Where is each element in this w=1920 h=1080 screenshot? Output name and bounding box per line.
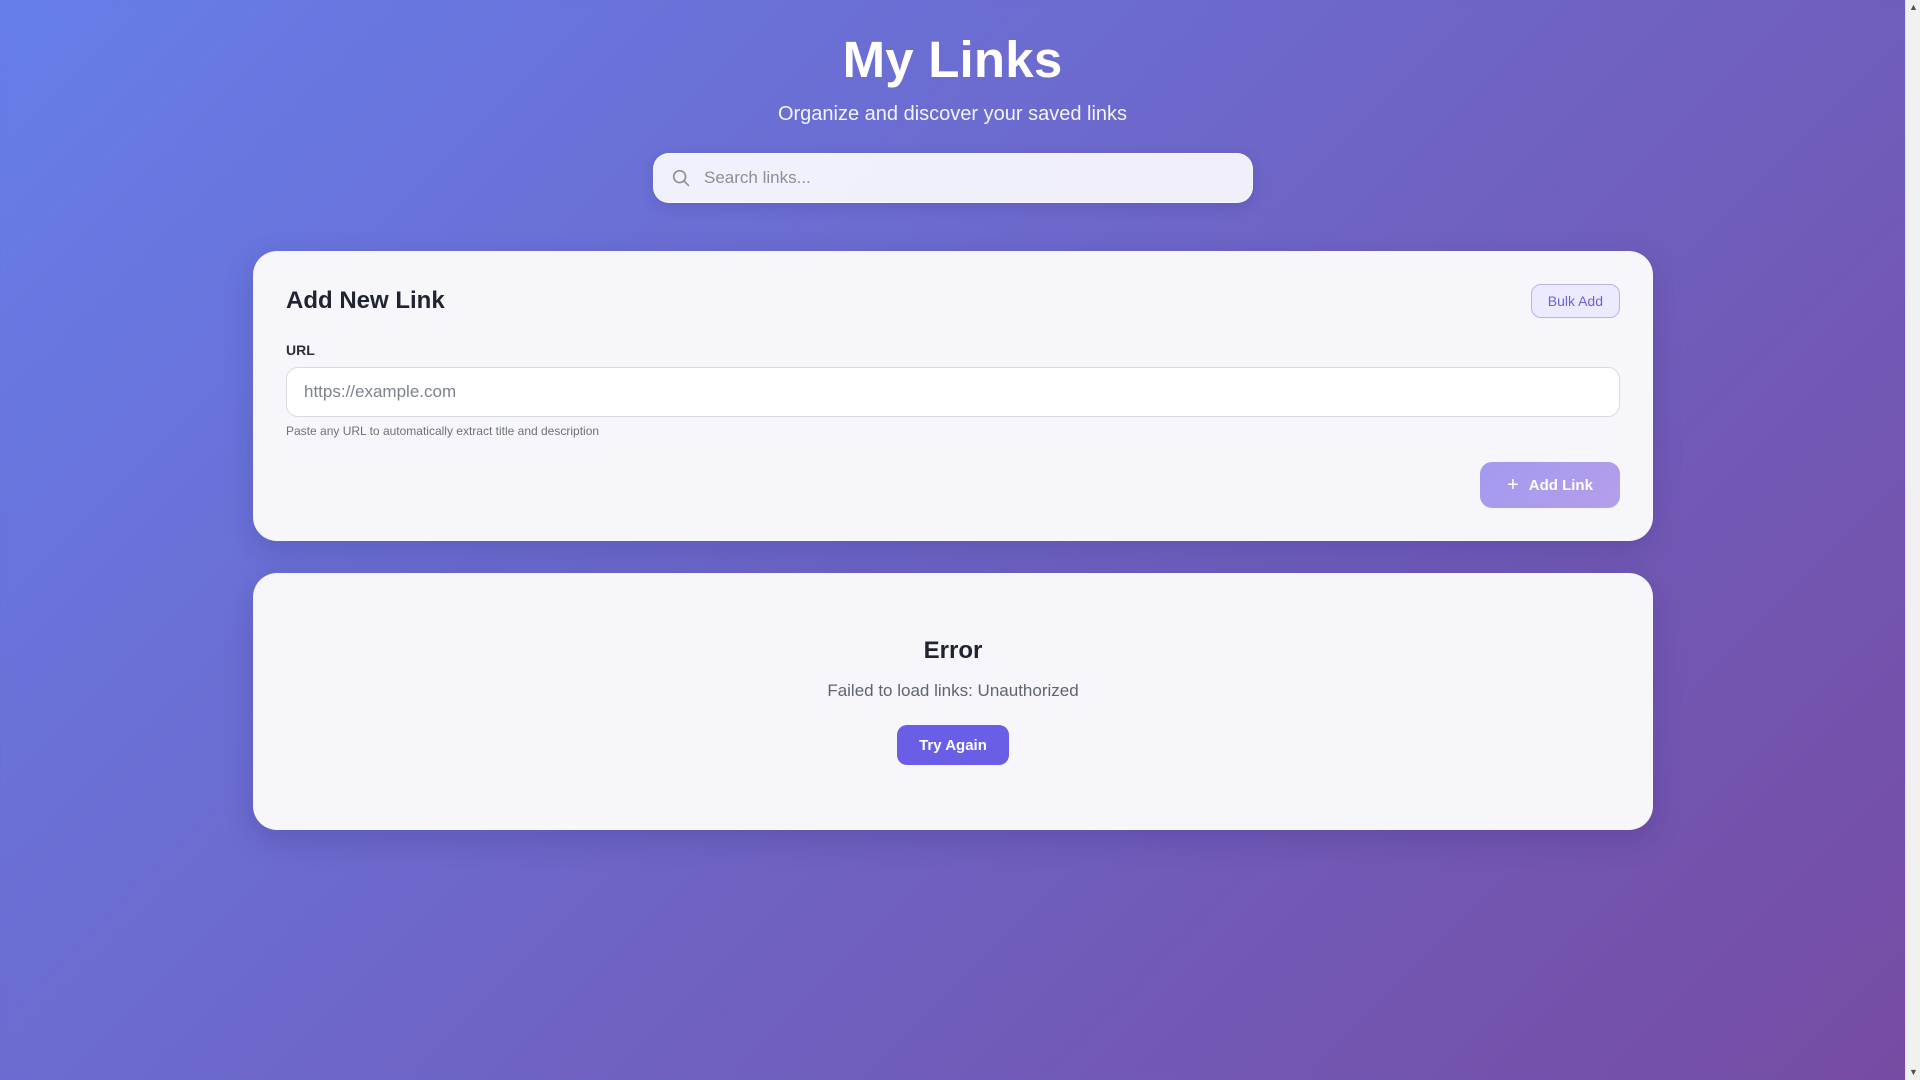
scroll-down-icon[interactable]: ▼ <box>1906 1065 1920 1080</box>
add-link-button[interactable]: + Add Link <box>1480 462 1620 508</box>
add-link-button-label: Add Link <box>1528 476 1593 494</box>
url-input[interactable] <box>286 367 1620 417</box>
page-title: My Links <box>842 31 1063 88</box>
add-link-title: Add New Link <box>286 287 445 314</box>
search-input[interactable] <box>692 154 1252 202</box>
error-message: Failed to load links: Unauthorized <box>827 681 1079 700</box>
plus-icon: + <box>1507 474 1519 496</box>
bulk-add-button[interactable]: Bulk Add <box>1530 284 1620 318</box>
try-again-button[interactable]: Try Again <box>897 725 1009 765</box>
error-card: Error Failed to load links: Unauthorized… <box>253 573 1653 830</box>
add-link-card: Add New Link Bulk Add URL Paste any URL … <box>253 251 1653 541</box>
page: My Links Organize and discover your save… <box>0 0 1905 1080</box>
page-subtitle: Organize and discover your saved links <box>777 103 1128 125</box>
scroll-up-icon[interactable]: ▲ <box>1906 0 1920 15</box>
search-icon <box>672 169 690 187</box>
url-hint: Paste any URL to automatically extract t… <box>286 424 600 438</box>
search-bar[interactable] <box>653 153 1253 203</box>
vertical-scrollbar[interactable]: ▲ ▼ <box>1905 0 1920 1080</box>
error-title: Error <box>923 637 983 664</box>
page-header: My Links Organize and discover your save… <box>0 28 1905 126</box>
url-label: URL <box>286 342 315 358</box>
